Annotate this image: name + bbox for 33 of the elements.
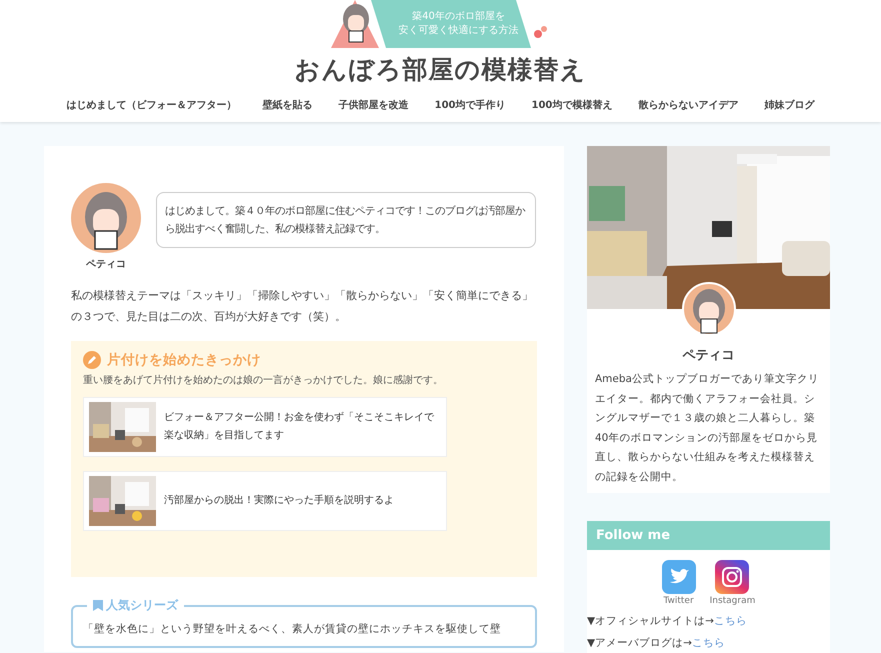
- banner-tagline: 安く可愛く快適にする方法: [398, 24, 518, 38]
- book-icon: [93, 600, 103, 611]
- banner-tagline: 築40年のボロ部屋を: [412, 10, 505, 24]
- nav-link[interactable]: 散らからないアイデア: [625, 98, 752, 112]
- article-title: 汚部屋からの脱出！実際にやった手順を説明するよ: [164, 494, 394, 508]
- intro-paragraph: 私の模様替えテーマは「スッキリ」「掃除しやすい」「散らからない」「安く簡単にできる」の３つで、見た目は二の次、百均が大好きです（笑）。: [71, 288, 534, 325]
- nav-link[interactable]: 姉妹ブログ: [751, 98, 828, 112]
- nav-link[interactable]: 100均で手作り: [422, 98, 518, 112]
- box-heading: 人気シリーズ: [106, 597, 178, 614]
- box-text: 重い腰をあげて片付けを始めたのは娘の一言がきっかけでした。娘に感謝です。: [83, 374, 444, 387]
- article-card[interactable]: ビフォー＆アフター公開！お金を使わず「そこそこキレイで楽な収納」を目指してます: [83, 397, 447, 457]
- site-title[interactable]: おんぼろ部屋の模様替え: [294, 54, 586, 86]
- nav-link[interactable]: はじめまして（ビフォー＆アフター）: [54, 98, 250, 112]
- camera-icon[interactable]: [715, 560, 750, 594]
- box-heading: 片付けを始めたきっかけ: [107, 351, 261, 369]
- speech-bubble: はじめまして。築４０年のボロ部屋に住むペティコです！このブログは汚部屋から脱出すべく奮闘した、私の模様替え記録です。: [156, 192, 536, 248]
- link-caption: ▼アメーバブログは→: [587, 637, 692, 649]
- speaker-name: ペティコ: [86, 258, 126, 271]
- profile-name: ペティコ: [682, 347, 736, 364]
- link-caption: ▼オフィシャルサイトは→: [587, 615, 714, 627]
- widget-heading: Follow me: [587, 521, 830, 550]
- social-label[interactable]: Instagram: [710, 596, 756, 606]
- pencil-icon: [83, 351, 101, 369]
- article-card[interactable]: 汚部屋からの脱出！実際にやった手順を説明するよ: [83, 471, 447, 531]
- profile-bio: Ameba公式トップブロガーであり筆文字クリエイター。都内で働くアラフォー会社員。シングルマザーで１３歳の娘と二人暮らし。築40年のボロマンションの汚部屋をゼロから見直し、散らからない仕組みを考えた模様替えの記録を公開中。: [594, 372, 820, 484]
- box-text: 「壁を水色に」という野望を叶えるべく、素人が賃貸の壁にホッチキスを駆使して壁: [83, 622, 502, 637]
- avatar-icon: [71, 183, 141, 253]
- article-title: ビフォー＆アフター公開！お金を使わず「そこそこキレイで楽な収納」を目指してます: [164, 410, 435, 443]
- nav-link[interactable]: 100均で模様替え: [518, 98, 626, 112]
- nav-link[interactable]: 壁紙を貼る: [250, 98, 326, 112]
- nav-link[interactable]: 子供部屋を改造: [326, 98, 422, 112]
- social-label[interactable]: Twitter: [664, 596, 694, 606]
- avatar-icon: [682, 282, 736, 336]
